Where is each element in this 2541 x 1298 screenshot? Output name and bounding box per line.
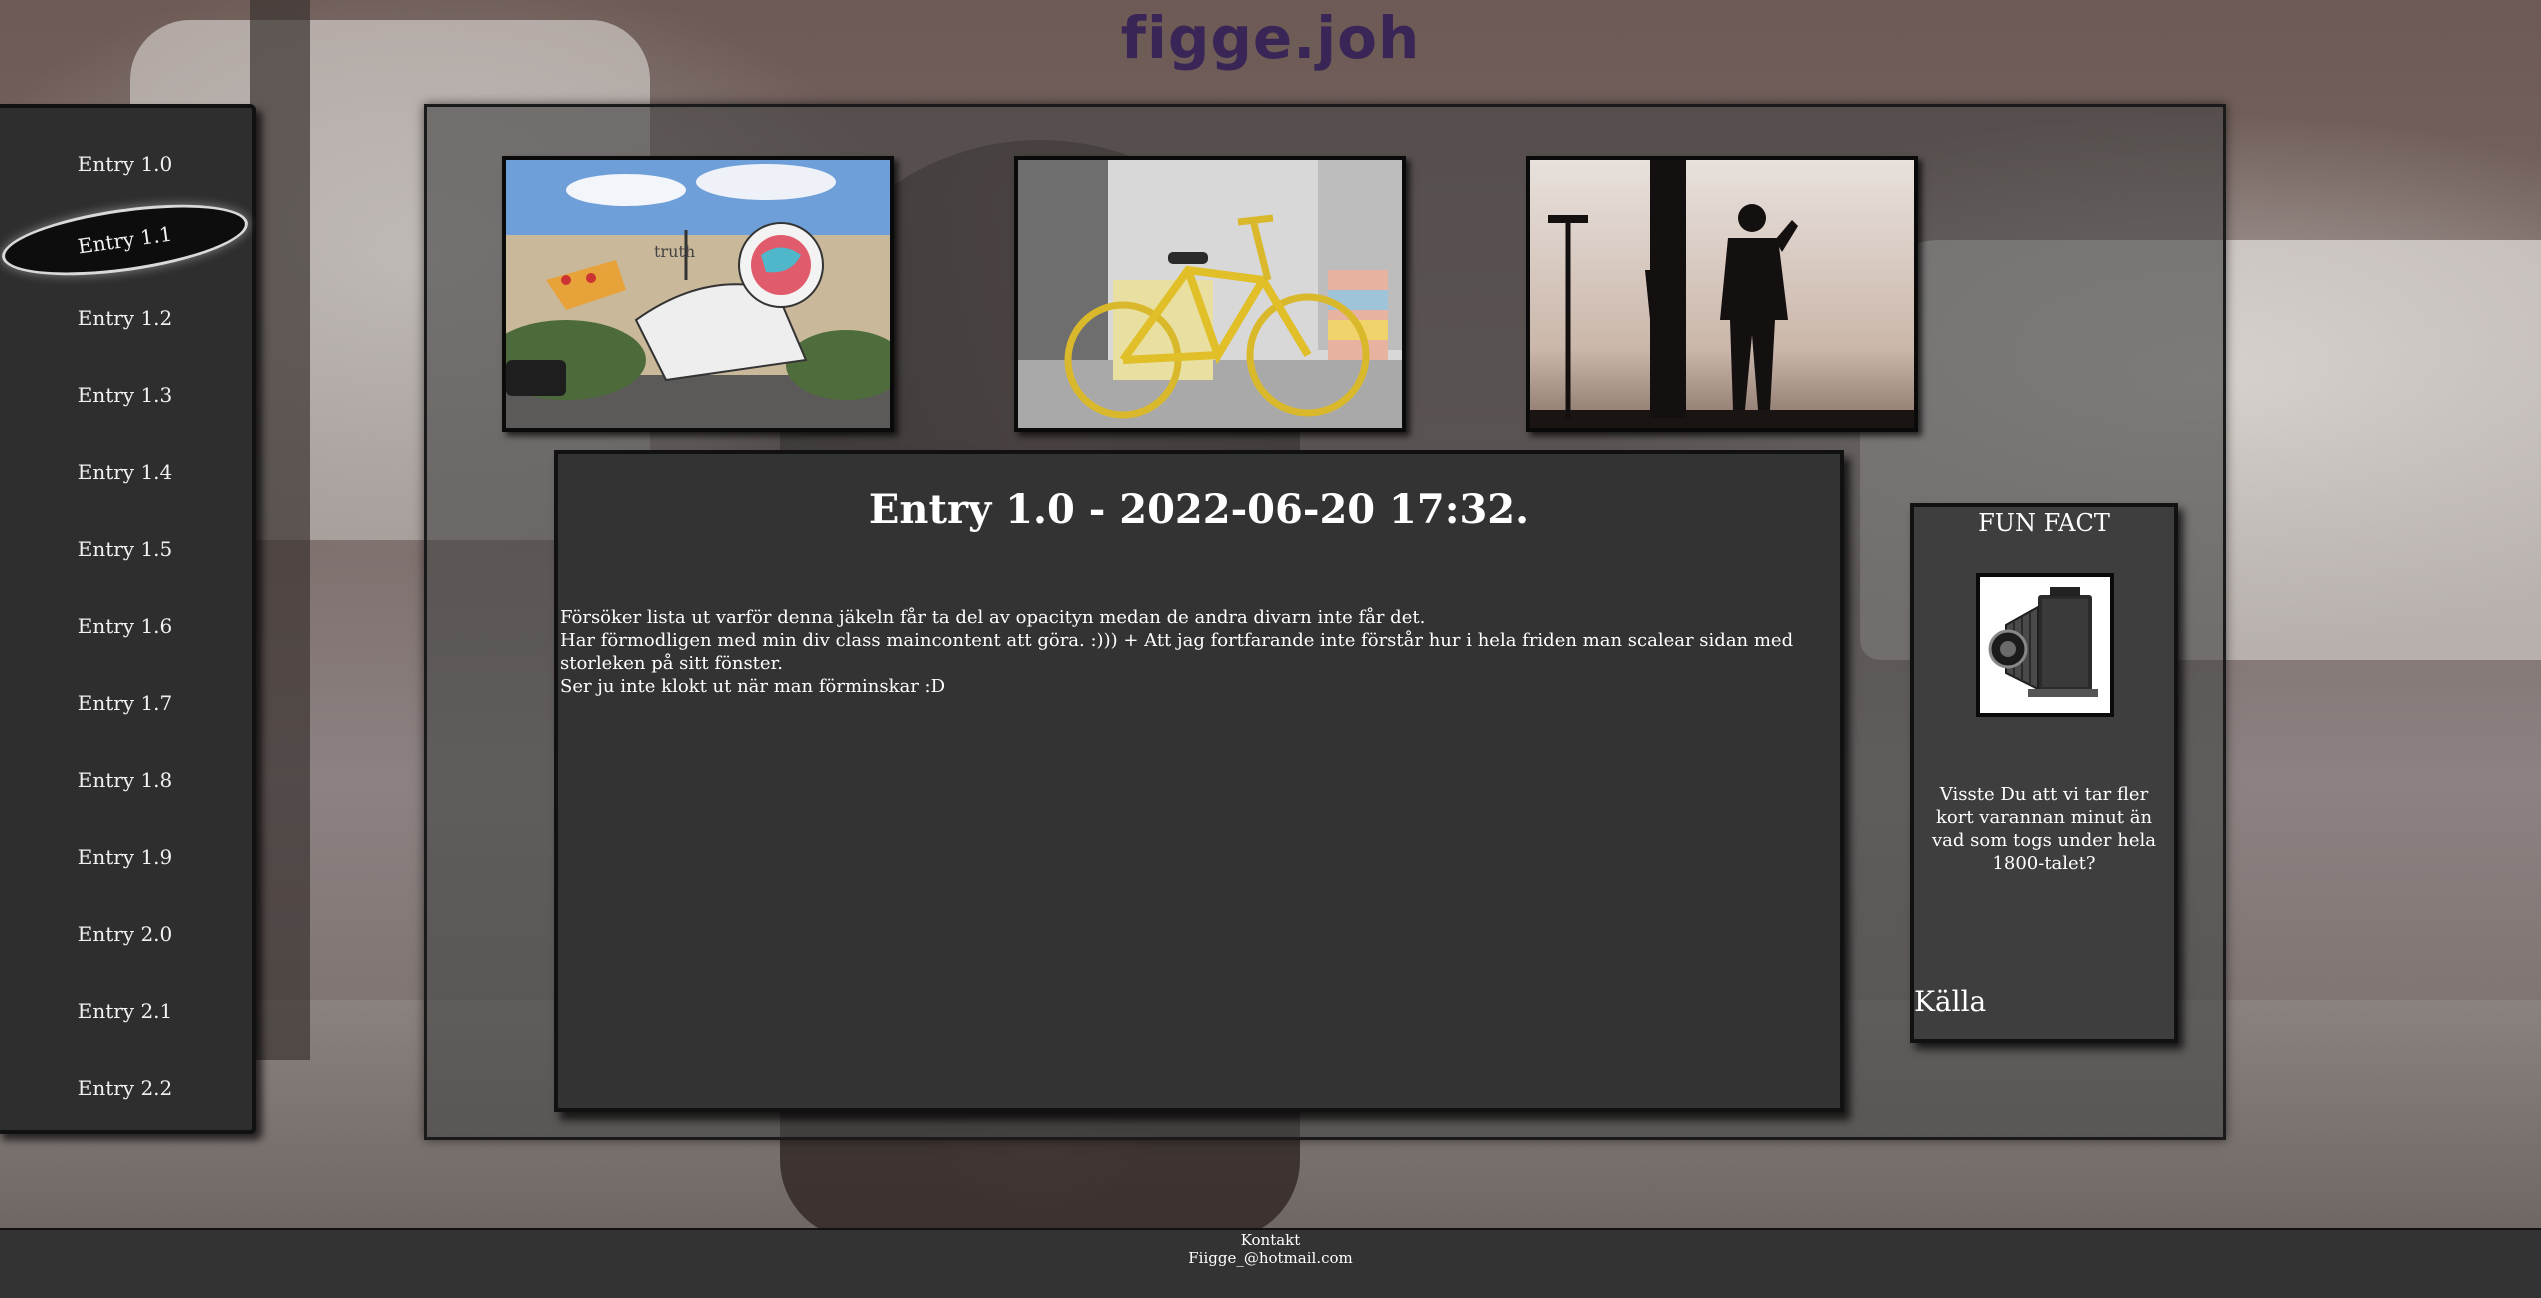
fun-fact-box: FUN FACT Visste Du att vi tar fler kort … [1910,503,2178,1043]
fun-fact-title: FUN FACT [1978,509,2110,537]
sidebar-item-entry-1-6[interactable]: Entry 1.6 [0,596,250,656]
silhouette-photographer-image [1526,156,1918,432]
sidebar-item-entry-1-1[interactable]: Entry 1.1 [1,195,249,285]
fun-fact-text: Visste Du att vi tar fler kort varannan … [1932,784,2156,874]
sidebar-item-entry-2-2[interactable]: Entry 2.2 [0,1058,250,1118]
fun-fact-source-link[interactable]: Källa [1914,985,1986,1018]
sidebar-item-entry-1-5[interactable]: Entry 1.5 [0,519,250,579]
main-content: Entry 1.0 - 2022-06-20 17:32. Försöker l… [554,450,1844,1112]
entry-paragraph: Har förmodligen med min div class mainco… [560,630,1794,674]
astronaut-pizza-mural-image: truth [502,156,894,432]
sidebar-item-entry-1-3[interactable]: Entry 1.3 [0,365,250,425]
sidebar-item-entry-1-7[interactable]: Entry 1.7 [0,673,250,733]
sidebar-item-entry-1-2[interactable]: Entry 1.2 [0,288,250,348]
site-title[interactable]: figge.joh [0,4,2541,72]
sidebar-item-entry-1-4[interactable]: Entry 1.4 [0,442,250,502]
background-pole [250,0,310,1060]
entry-title: Entry 1.0 - 2022-06-20 17:32. [868,486,1530,533]
sidebar-item-entry-2-1[interactable]: Entry 2.1 [0,981,250,1041]
sidebar-item-entry-1-9[interactable]: Entry 1.9 [0,827,250,887]
sidebar-item-entry-1-8[interactable]: Entry 1.8 [0,750,250,810]
yellow-bicycle-image [1014,156,1406,432]
entry-paragraph: Ser ju inte klokt ut när man förminskar … [560,676,946,697]
footer: Kontakt Fiigge_@hotmail.com [0,1228,2541,1298]
entry-paragraph: Försöker lista ut varför denna jäkeln få… [560,607,1426,628]
mural-wall-text: truth [654,242,696,261]
footer-email[interactable]: Fiigge_@hotmail.com [0,1249,2541,1267]
footer-contact-label: Kontakt [1240,1231,1301,1249]
sidebar-item-entry-2-0[interactable]: Entry 2.0 [0,904,250,964]
folding-camera-icon [1976,573,2114,717]
sidebar-nav: Entry 1.0 Entry 1.1 Entry 1.2 Entry 1.3 … [0,104,256,1134]
sidebar-item-entry-1-0[interactable]: Entry 1.0 [0,134,250,194]
entry-body: Försöker lista ut varför denna jäkeln få… [560,606,1836,698]
